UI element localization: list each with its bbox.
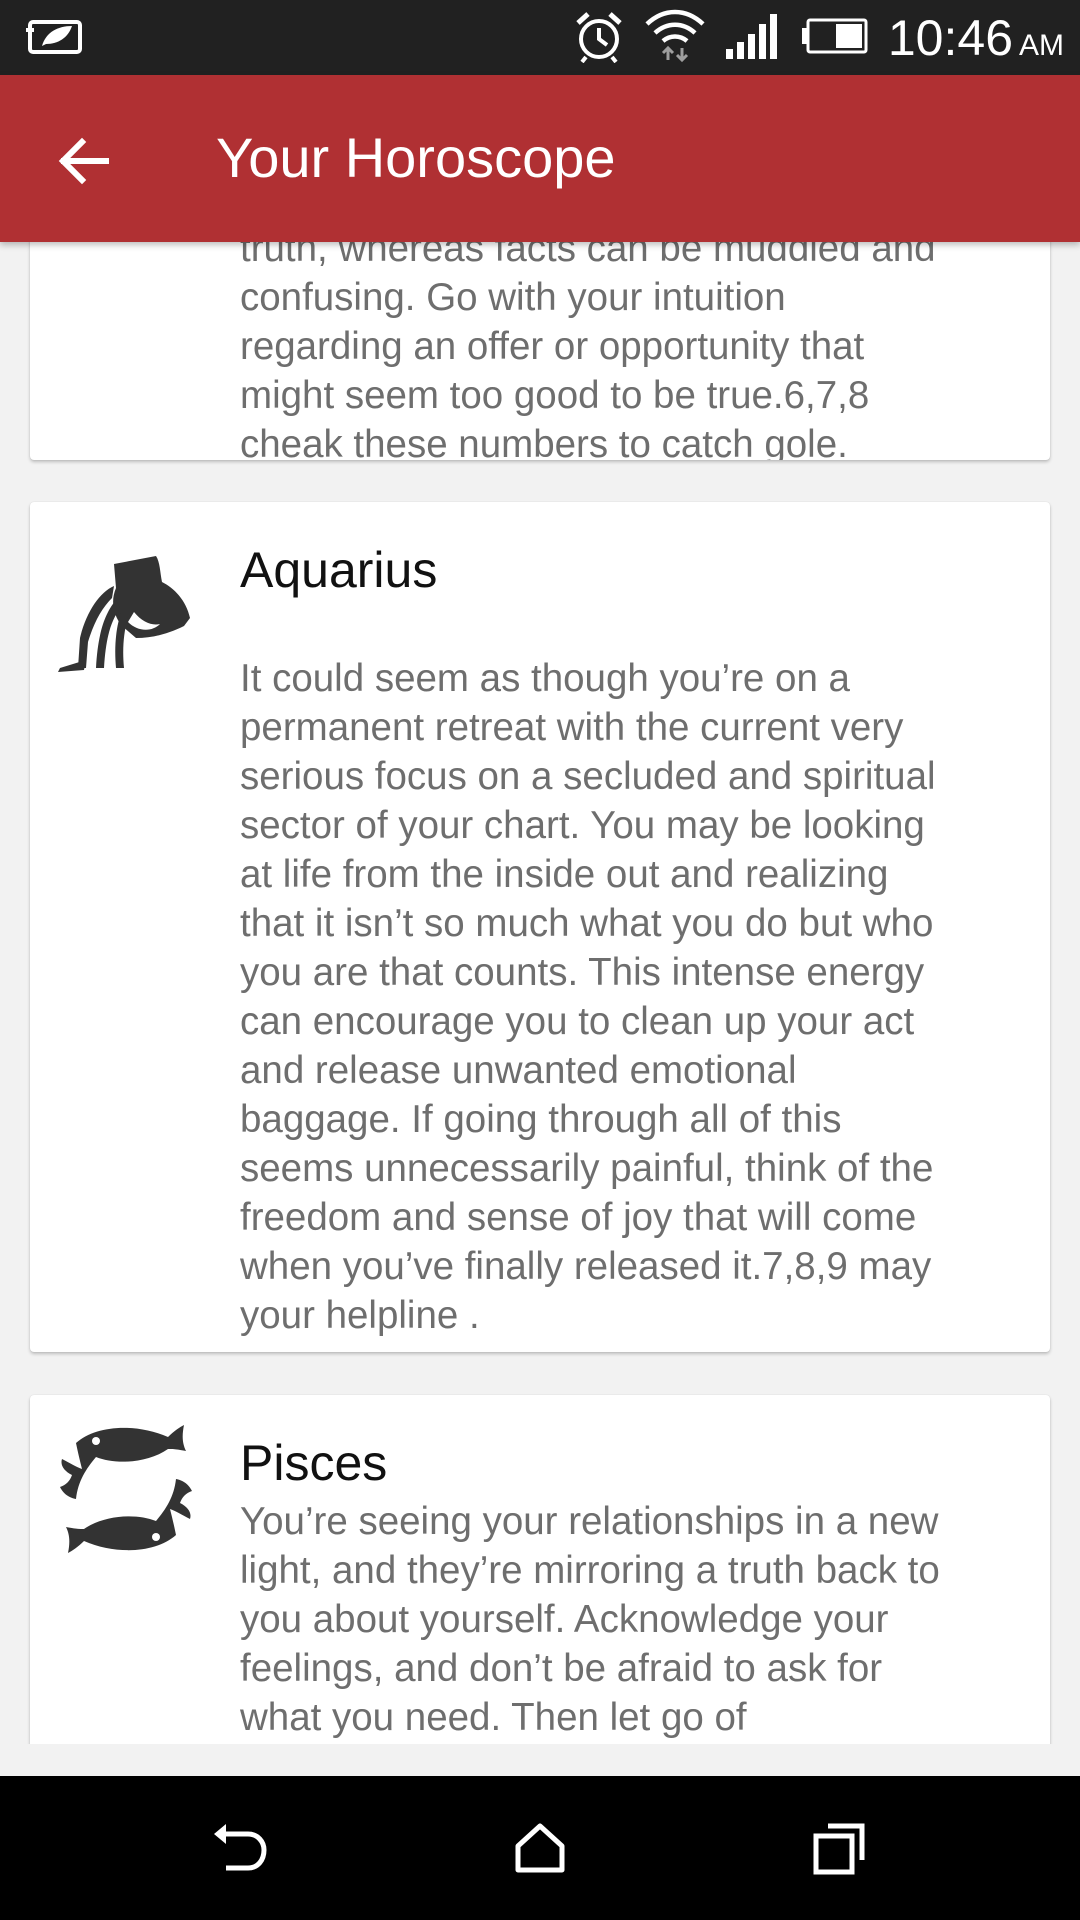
horoscope-card-aquarius: Aquarius It could seem as though you’re … <box>30 502 1050 1352</box>
nav-home-button[interactable] <box>500 1808 580 1888</box>
back-button[interactable] <box>44 121 124 201</box>
aquarius-icon <box>56 542 196 682</box>
home-nav-icon <box>515 1823 565 1873</box>
status-time: 10:46 <box>887 10 1013 66</box>
nav-recents-button[interactable] <box>800 1808 880 1888</box>
pisces-icon <box>56 1419 196 1559</box>
navigation-bar <box>0 1776 1080 1920</box>
horoscope-card: truth, whereas facts can be muddled and … <box>30 242 1050 460</box>
notification-app-icon <box>24 16 84 61</box>
horoscope-text: You’re seeing your relationships in a ne… <box>240 1500 940 1739</box>
back-nav-icon <box>214 1824 267 1871</box>
sign-name: Pisces <box>240 1435 388 1491</box>
nav-back-button[interactable] <box>200 1808 280 1888</box>
recents-nav-icon <box>813 1823 865 1875</box>
battery-icon <box>800 16 870 61</box>
horoscope-list[interactable]: truth, whereas facts can be muddled and … <box>0 242 1080 1744</box>
arrow-back-icon <box>58 137 109 185</box>
horoscope-text: truth, whereas facts can be muddled and … <box>240 242 936 460</box>
alarm-icon <box>572 9 626 68</box>
horoscope-text: It could seem as though you’re on a perm… <box>240 657 936 1337</box>
app-bar: Your Horoscope <box>0 75 1080 242</box>
signal-icon <box>724 11 782 66</box>
horoscope-card-pisces: Pisces You’re seeing your relationships … <box>30 1395 1050 1744</box>
wifi-icon <box>644 8 706 69</box>
sign-name: Aquarius <box>240 542 438 598</box>
clock: 10:46 AM <box>888 9 1064 67</box>
status-ampm: AM <box>1019 29 1064 62</box>
page-title: Your Horoscope <box>216 126 616 189</box>
status-bar: 10:46 AM <box>0 0 1080 75</box>
